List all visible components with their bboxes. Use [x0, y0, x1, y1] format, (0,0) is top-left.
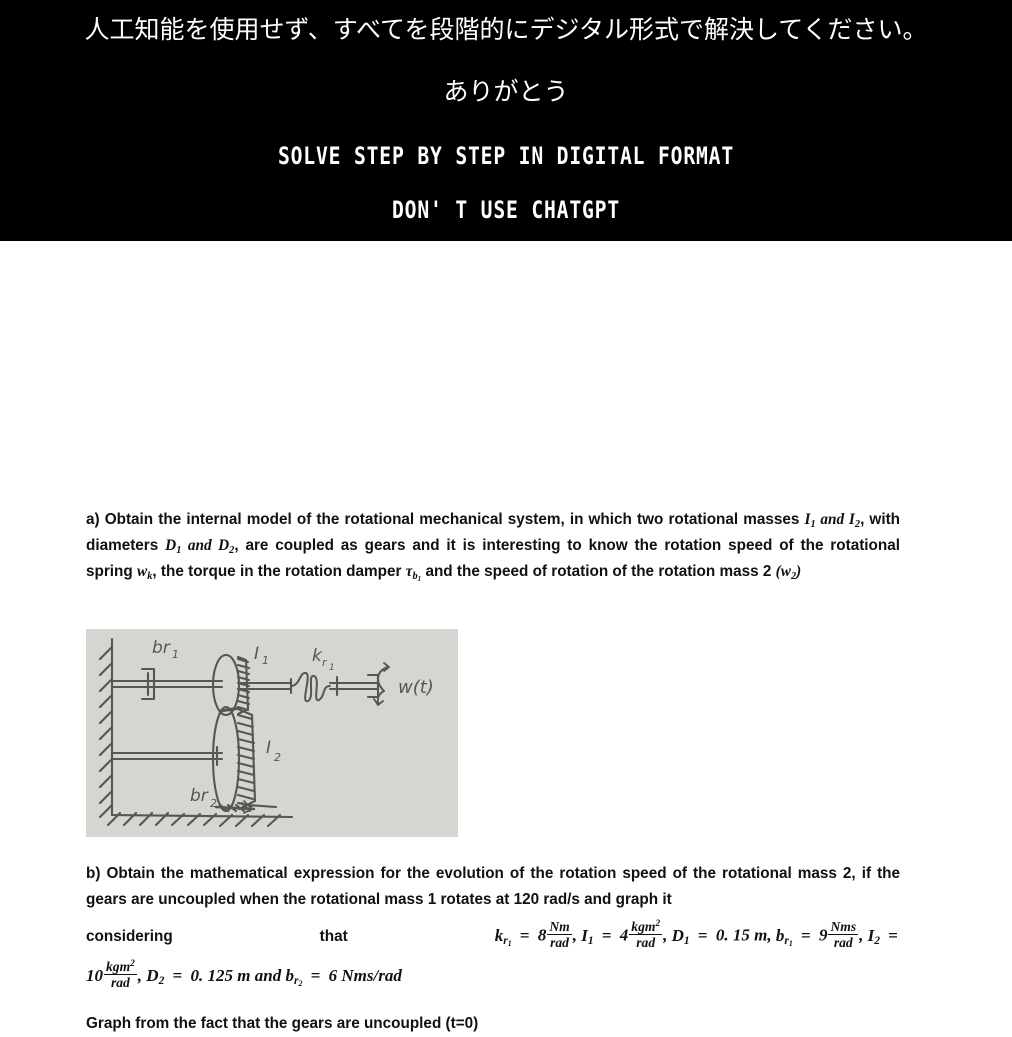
part-a-text-line-4: , are coupled as gears and it is interes… [234, 537, 658, 554]
eq-I1-value: 4 [619, 925, 629, 945]
svg-text:1: 1 [262, 654, 269, 667]
parameters-equation-line-1: considering that kr1 = 8 Nm rad, I1 = 4 kgm… [86, 917, 902, 952]
eq-and-word: and [254, 965, 282, 985]
input-torque-arrow [376, 666, 389, 704]
unit-nm-per-rad: Nm rad [547, 919, 572, 951]
label-damper-1: br [152, 638, 171, 658]
rotational-spring-coil [290, 671, 331, 703]
symbol-I2: I2 [848, 511, 861, 530]
symbol-wk: wk [137, 563, 153, 582]
eq-I1: I1 [581, 925, 594, 947]
eq-D2: D2 [146, 965, 165, 987]
unit-nms-per-rad-1: Nms rad [828, 919, 859, 951]
banner-line-english-2: DON' T USE CHATGPT [391, 196, 621, 224]
banner-line-japanese-1: 人工知能を使用せず、すべてを段階的にデジタル形式で解決してください。 [84, 15, 928, 44]
eq-D1: D1 [671, 925, 690, 947]
label-damper-2: br [190, 786, 209, 806]
banner-line-japanese-2: ありがとう [443, 77, 569, 106]
label-inertia-1: I [254, 644, 259, 664]
eq-D2-value: 0. 125 m [190, 965, 251, 985]
symbol-D2: D2 [218, 537, 235, 556]
svg-text:2: 2 [210, 797, 217, 810]
symbol-D1: D1 [165, 537, 182, 556]
word-and-1: and [820, 511, 845, 528]
hand-drawn-system-diagram: br 1 I 1 k r 1 w(t) I 2 br 2 [86, 629, 458, 837]
part-a-text-line-6: , the torque in the rotation damper [152, 563, 402, 580]
eq-b-r1: br1 [775, 925, 793, 949]
part-a-text-line-7: and the speed [425, 563, 529, 580]
eq-I2: I2 [867, 925, 881, 947]
unit-kgm2-per-rad-2: kgm2 rad [104, 957, 137, 991]
word-considering: considering [86, 927, 173, 945]
part-b-text-line-1: b) Obtain the mathematical expression fo… [86, 865, 792, 882]
part-a-text-line-1: a) Obtain the internal model of the rota… [86, 511, 800, 528]
eq-D1-value: 0. 15 m [715, 925, 768, 945]
svg-text:r: r [322, 656, 328, 669]
svg-text:1: 1 [329, 663, 335, 673]
label-inertia-2: I [266, 738, 271, 758]
svg-text:1: 1 [172, 648, 179, 661]
symbol-I1: I1 [804, 511, 816, 530]
unit-kgm2-per-rad-1: kgm2 rad [629, 917, 663, 951]
symbol-w2: (w2) [775, 563, 802, 582]
eq-b-r2-value: 6 Nms/rad [328, 965, 402, 985]
label-input-w-of-t: w(t) [398, 677, 434, 698]
part-a-paragraph: a) Obtain the internal model of the rota… [86, 507, 900, 585]
word-and-2: and [187, 537, 212, 554]
part-a-text-line-8: of rotation of the rotation mass 2 [532, 563, 772, 580]
graph-note: Graph from the fact that the gears are u… [86, 1015, 479, 1032]
parameter-equations-group-2: 10 kgm2 rad, D2 = 0. 125 m and br2 = 6 Nms… [86, 957, 402, 991]
part-b-paragraph: b) Obtain the mathematical expression fo… [86, 861, 900, 913]
document-body: a) Obtain the internal model of the rota… [0, 241, 1012, 1032]
svg-text:2: 2 [274, 751, 281, 764]
eq-b-r2: br2 [285, 965, 303, 989]
eq-I2-value: 10 [86, 965, 103, 985]
parameters-equation-line-2: 10 kgm2 rad, D2 = 0. 125 m and br2 = 6 Nms… [86, 957, 902, 991]
instruction-banner: 人工知能を使用せず、すべてを段階的にデジタル形式で解決してください。 ありがとう… [0, 0, 1012, 241]
banner-line-english-1: SOLVE STEP BY STEP IN DIGITAL FORMAT [277, 142, 735, 170]
word-that: that [319, 927, 348, 945]
system-sketch-svg: br 1 I 1 k r 1 w(t) I 2 br 2 [98, 637, 434, 828]
parameter-equations-group-1: kr1 = 8 Nm rad, I1 = 4 kgm2 rad, D1 = 0. 15 … [494, 917, 898, 951]
symbol-tau-b1: τb1 [405, 563, 422, 583]
eq-k-r1: kr1 [494, 925, 512, 949]
eq-k-value: 8 [537, 925, 547, 945]
eq-b-r1-value: 9 [818, 925, 828, 945]
